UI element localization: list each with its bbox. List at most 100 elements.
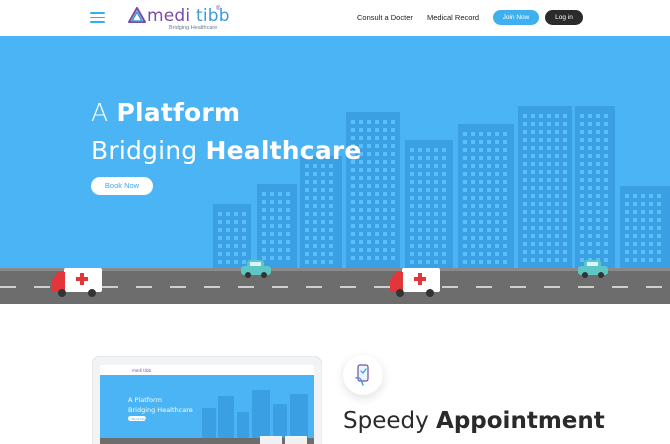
nav-consult-doctor[interactable]: Consult a Docter — [357, 13, 413, 22]
building-window — [596, 130, 600, 134]
building-window — [234, 260, 238, 264]
building-window — [531, 122, 535, 126]
laptop-preview-image: A Platform Bridging Healthcare Book Now … — [92, 356, 322, 444]
building-window — [657, 202, 661, 206]
building-window — [442, 228, 446, 232]
building-window — [588, 130, 592, 134]
building-window — [410, 180, 414, 184]
building-window — [479, 196, 483, 200]
book-now-button[interactable]: Book Now — [91, 177, 153, 195]
login-button[interactable]: Log in — [545, 10, 583, 25]
join-now-button[interactable]: Join Now — [493, 10, 539, 25]
building-window — [383, 144, 387, 148]
building-window — [418, 228, 422, 232]
building-window — [286, 224, 290, 228]
building-window — [649, 218, 653, 222]
building-window — [434, 220, 438, 224]
car-window — [250, 262, 261, 266]
building-window — [383, 120, 387, 124]
building-window — [410, 228, 414, 232]
building-window — [495, 204, 499, 208]
building-window — [479, 228, 483, 232]
building-window — [523, 114, 527, 118]
building-window — [580, 146, 584, 150]
building-window — [463, 260, 467, 264]
building-window — [503, 156, 507, 160]
building-window — [359, 216, 363, 220]
hero-title-line2-bold: Healthcare — [205, 136, 362, 165]
building-window — [539, 162, 543, 166]
building-window — [375, 200, 379, 204]
building-window — [463, 220, 467, 224]
building-window — [359, 128, 363, 132]
building-window — [657, 234, 661, 238]
building-window — [270, 256, 274, 260]
building-window — [531, 218, 535, 222]
building-window — [418, 164, 422, 168]
building-window — [305, 252, 309, 256]
building-window — [580, 170, 584, 174]
building-window — [596, 250, 600, 254]
building-window — [391, 192, 395, 196]
building-window — [479, 140, 483, 144]
building-window — [604, 226, 608, 230]
building-window — [555, 250, 559, 254]
building-window — [359, 224, 363, 228]
building-window — [359, 240, 363, 244]
building-window — [487, 188, 491, 192]
building-window — [383, 184, 387, 188]
building-window — [375, 216, 379, 220]
building-window — [563, 258, 567, 262]
building-window — [383, 128, 387, 132]
building-window — [391, 216, 395, 220]
building-window — [596, 186, 600, 190]
building-window — [555, 138, 559, 142]
building-window — [321, 260, 325, 264]
building-window — [580, 210, 584, 214]
building-window — [633, 242, 637, 246]
lane-marking — [340, 286, 356, 288]
building-window — [555, 146, 559, 150]
building-window — [359, 232, 363, 236]
building-window — [604, 114, 608, 118]
building-window — [487, 260, 491, 264]
building-window — [375, 240, 379, 244]
building-window — [580, 186, 584, 190]
building-window — [367, 160, 371, 164]
registered-mark: ® — [216, 6, 221, 12]
hamburger-menu-icon[interactable] — [90, 11, 105, 23]
building-window — [410, 164, 414, 168]
building-window — [351, 240, 355, 244]
wheel — [245, 272, 251, 278]
nav-medical-record[interactable]: Medical Record — [427, 13, 479, 22]
building-window — [383, 160, 387, 164]
building-window — [242, 252, 246, 256]
building-window — [391, 120, 395, 124]
building-window — [463, 172, 467, 176]
building-window — [463, 204, 467, 208]
building-window — [375, 168, 379, 172]
building-window — [539, 202, 543, 206]
building-window — [375, 160, 379, 164]
building-window — [351, 168, 355, 172]
building-window — [547, 170, 551, 174]
building-window — [580, 194, 584, 198]
building-window — [580, 226, 584, 230]
building-window — [625, 242, 629, 246]
building-window — [418, 148, 422, 152]
building-window — [278, 200, 282, 204]
building-window — [580, 234, 584, 238]
building-window — [418, 172, 422, 176]
lane-marking — [374, 286, 390, 288]
building-window — [495, 164, 499, 168]
building-window — [487, 212, 491, 216]
building-window — [625, 250, 629, 254]
building-window — [418, 260, 422, 264]
building-window — [503, 228, 507, 232]
building-window — [286, 232, 290, 236]
building-window — [503, 180, 507, 184]
logo[interactable]: medi tibb ® Bridging Healthcare — [128, 6, 230, 32]
building-window — [487, 220, 491, 224]
building-window — [375, 120, 379, 124]
building-window — [383, 248, 387, 252]
